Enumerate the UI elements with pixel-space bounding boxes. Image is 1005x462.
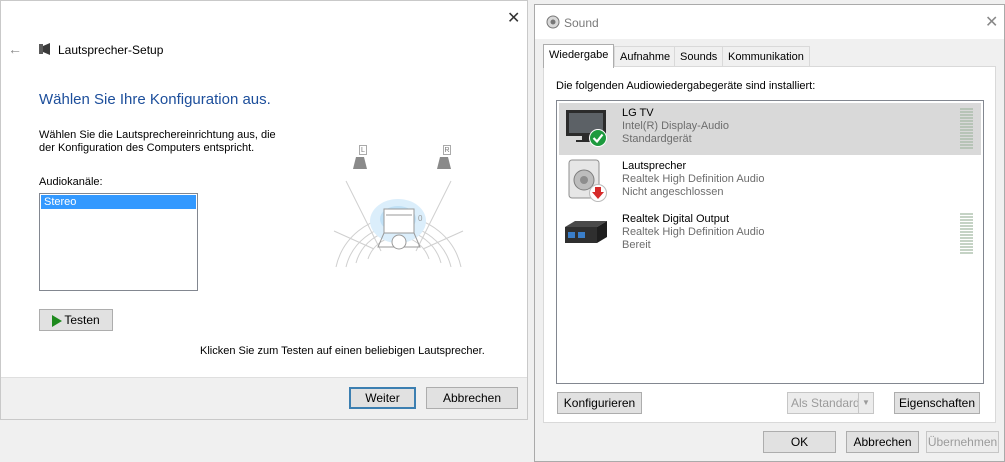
sound-window: Sound ✕ Wiedergabe Aufnahme Sounds Kommu…: [534, 4, 1005, 462]
test-hint: Klicken Sie zum Testen auf einen beliebi…: [200, 345, 485, 357]
right-speaker-label: R: [443, 145, 451, 155]
device-driver: Realtek High Definition Audio: [622, 226, 765, 238]
speaker-icon: [437, 157, 451, 169]
device-status: Standardgerät: [622, 133, 692, 145]
volume-meter: [960, 213, 973, 255]
configure-button[interactable]: Konfigurieren: [557, 392, 642, 414]
description-line: Wählen Sie die Lautsprechereinrichtung a…: [39, 129, 276, 141]
device-name: Realtek Digital Output: [622, 213, 729, 225]
svg-text:0: 0: [418, 214, 423, 223]
tab-wiedergabe[interactable]: Wiedergabe: [543, 44, 615, 68]
channels-label: Audiokanäle:: [39, 176, 103, 188]
apply-button: Übernehmen: [926, 431, 999, 453]
description-line: der Konfiguration des Computers entspric…: [39, 142, 255, 154]
tab-aufnahme[interactable]: Aufnahme: [614, 46, 677, 67]
tab-sounds[interactable]: Sounds: [674, 46, 724, 67]
chevron-down-icon: ▼: [858, 393, 873, 413]
device-item-lg-tv[interactable]: LG TV Intel(R) Display-Audio Standardger…: [559, 103, 981, 155]
cancel-button[interactable]: Abbrechen: [846, 431, 919, 453]
channel-option-stereo[interactable]: Stereo: [41, 195, 196, 209]
device-name: Lautsprecher: [622, 160, 687, 172]
left-speaker-label: L: [359, 145, 367, 155]
tab-kommunikation[interactable]: Kommunikation: [722, 46, 810, 67]
set-default-button: Als Standard ▼: [787, 392, 874, 414]
test-button[interactable]: Testen: [39, 309, 113, 331]
device-driver: Realtek High Definition Audio: [622, 173, 765, 185]
device-item-lautsprecher[interactable]: Lautsprecher Realtek High Definition Aud…: [559, 156, 981, 208]
speaker-icon: [353, 157, 367, 169]
cancel-button[interactable]: Abbrechen: [426, 387, 518, 409]
back-arrow-icon[interactable]: ←: [8, 41, 22, 57]
setup-description: Wählen Sie die Lautsprechereinrichtung a…: [39, 129, 276, 155]
device-list[interactable]: LG TV Intel(R) Display-Audio Standardger…: [556, 100, 984, 384]
device-name: LG TV: [622, 107, 654, 119]
close-icon[interactable]: ✕: [985, 15, 998, 31]
device-status: Bereit: [622, 239, 651, 251]
default-check-icon: [589, 129, 607, 150]
channels-listbox[interactable]: Stereo: [39, 193, 198, 291]
set-default-label: Als Standard: [791, 396, 860, 410]
play-icon: [52, 314, 63, 327]
playback-panel: Die folgenden Audiowiedergabegeräte sind…: [543, 66, 996, 423]
device-status: Nicht angeschlossen: [622, 186, 724, 198]
setup-heading: Wählen Sie Ihre Konfiguration aus.: [39, 91, 271, 108]
volume-meter: [960, 108, 973, 150]
sound-window-title: Sound: [564, 16, 599, 30]
speaker-setup-window: ✕ ← Lautsprecher-Setup Wählen Sie Ihre K…: [0, 0, 528, 420]
setup-app-icon: [39, 43, 52, 58]
sound-titlebar: Sound ✕: [535, 5, 1004, 39]
properties-button[interactable]: Eigenschaften: [894, 392, 980, 414]
devices-intro: Die folgenden Audiowiedergabegeräte sind…: [556, 80, 816, 92]
setup-window-title: Lautsprecher-Setup: [58, 43, 164, 57]
device-driver: Intel(R) Display-Audio: [622, 120, 729, 132]
digital-output-icon: [563, 217, 609, 252]
ok-button[interactable]: OK: [763, 431, 836, 453]
setup-footer: Weiter Abbrechen: [1, 377, 527, 419]
test-button-label: Testen: [64, 313, 100, 327]
device-item-realtek-digital-output[interactable]: Realtek Digital Output Realtek High Defi…: [559, 209, 981, 261]
sound-app-icon: [546, 15, 560, 32]
close-icon[interactable]: ✕: [507, 11, 520, 27]
unplugged-arrow-icon: [589, 184, 607, 205]
next-button[interactable]: Weiter: [349, 387, 416, 409]
